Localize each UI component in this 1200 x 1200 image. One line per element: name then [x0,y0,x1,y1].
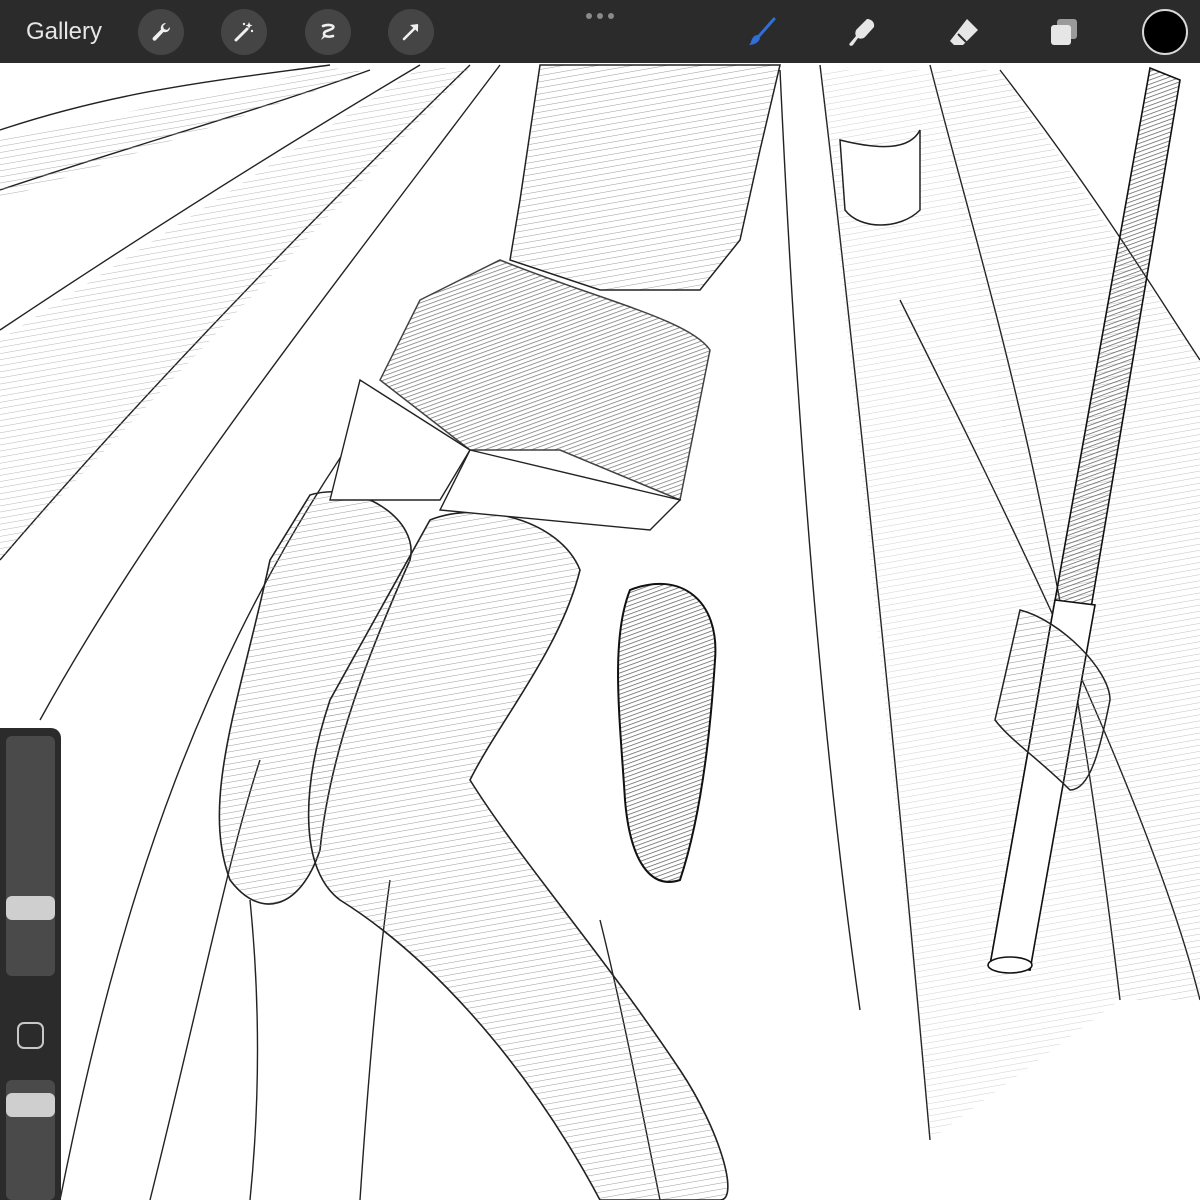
brush-size-thumb[interactable] [6,895,55,920]
selection-button[interactable] [305,9,351,55]
brush-icon [749,17,776,45]
transform-button[interactable] [388,9,434,55]
color-swatch-button[interactable] [1142,9,1188,55]
brush-sidebar [0,728,61,1200]
layers-button[interactable] [1042,10,1086,54]
magic-wand-icon [234,22,254,42]
adjustments-button[interactable] [221,9,267,55]
drawing-canvas[interactable] [0,0,1200,1200]
brush-button[interactable] [740,10,784,54]
gallery-button[interactable]: Gallery [26,16,102,48]
brush-size-slider[interactable] [6,736,55,976]
smudge-button[interactable] [840,10,884,54]
selection-icon [321,23,335,40]
smudge-icon [849,19,875,46]
top-toolbar: Gallery [0,0,1200,63]
transform-arrow-icon [402,24,419,41]
layers-icon [1051,19,1077,45]
actions-button[interactable] [138,9,184,55]
wrench-icon [152,22,171,41]
opacity-thumb[interactable] [6,1093,55,1118]
more-dots-icon[interactable] [584,10,616,22]
square-outline-icon[interactable] [17,1022,44,1049]
sketch-artwork [0,64,1200,1200]
eraser-icon [950,19,978,45]
eraser-button[interactable] [942,10,986,54]
